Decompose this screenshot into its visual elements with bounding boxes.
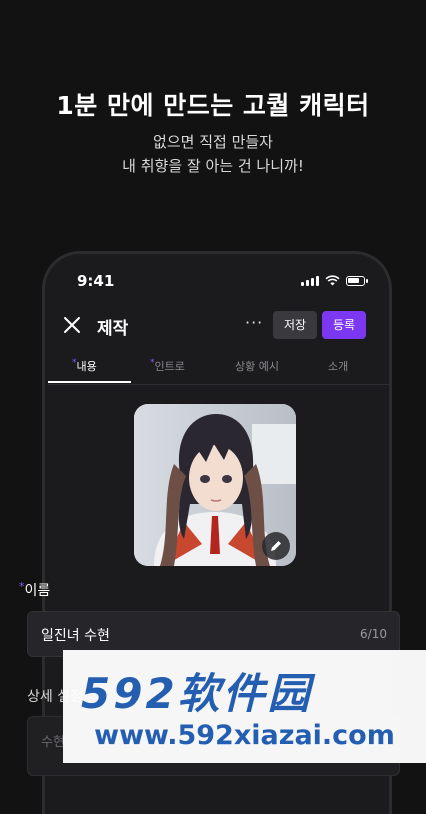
save-button[interactable]: 저장	[273, 311, 317, 339]
wifi-icon	[325, 275, 340, 286]
tab-situation-example[interactable]: 상황 예시	[235, 358, 279, 374]
screen-title: 제작	[97, 319, 129, 339]
tab-content-label: 내용	[76, 360, 97, 373]
app-bar: 제작 ··· 저장 등록	[45, 309, 389, 341]
tab-intro[interactable]: *인트로	[150, 358, 185, 374]
status-icons	[301, 275, 368, 286]
edit-avatar-button[interactable]	[262, 532, 290, 560]
tab-intro-label: 인트로	[154, 360, 185, 373]
detail-settings-placeholder: 수현	[41, 735, 65, 750]
watermark-logo: 592软件园	[81, 669, 313, 718]
promo-subtitle: 없으면 직접 만들자 내 취향을 잘 아는 건 나니까!	[0, 130, 426, 178]
watermark-url: www.592xiazai.com	[94, 720, 395, 751]
signal-icon	[301, 276, 319, 286]
character-avatar[interactable]	[134, 404, 296, 566]
watermark: 592软件园 www.592xiazai.com	[63, 650, 426, 763]
battery-icon	[346, 276, 368, 286]
promo-subtitle-line1: 없으면 직접 만들자	[153, 133, 273, 151]
active-tab-indicator	[48, 381, 131, 383]
status-bar: 9:41	[77, 272, 368, 292]
tab-introduction[interactable]: 소개	[328, 358, 348, 374]
promo-subtitle-line2: 내 취향을 잘 아는 건 나니까!	[122, 157, 304, 175]
tab-situation-example-label: 상황 예시	[235, 360, 279, 373]
name-input-value: 일진녀 수현	[41, 628, 110, 644]
more-options-button[interactable]: ···	[245, 313, 263, 332]
status-time: 9:41	[77, 272, 115, 290]
submit-button[interactable]: 등록	[322, 311, 366, 339]
pencil-icon	[271, 541, 281, 551]
name-label: *이름	[19, 580, 50, 600]
tab-introduction-label: 소개	[328, 360, 349, 373]
tab-content[interactable]: *내용	[72, 358, 97, 374]
name-label-text: 이름	[24, 583, 51, 599]
name-char-count: 6/10	[360, 627, 387, 641]
close-icon[interactable]	[62, 315, 82, 335]
promo-title: 1분 만에 만드는 고퀄 캐릭터	[56, 91, 370, 120]
